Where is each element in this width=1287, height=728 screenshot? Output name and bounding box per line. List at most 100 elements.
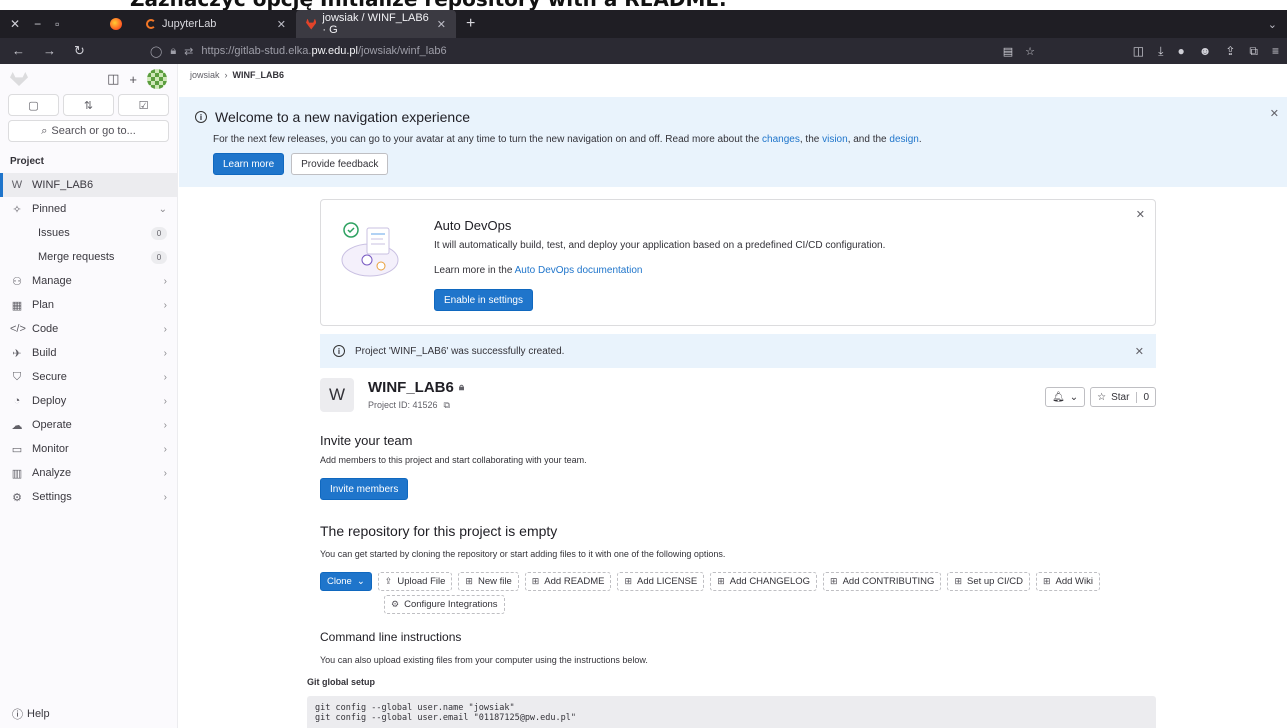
lock-icon: 🔒︎ (458, 382, 465, 393)
upload-file-button[interactable]: ⇪ Upload File (377, 572, 453, 591)
close-icon[interactable]: ✕ (1136, 208, 1145, 221)
sidebar-item-build[interactable]: ✈ Build › (0, 341, 177, 365)
close-icon[interactable]: ✕ (1270, 107, 1279, 120)
sidebar-item-label: Merge requests (38, 251, 115, 263)
design-link[interactable]: design (889, 134, 918, 145)
minimize-window-icon[interactable]: − (34, 17, 41, 31)
sidebar-item-operate[interactable]: ☁ Operate › (0, 413, 177, 437)
star-button[interactable]: ☆ Star 0 (1090, 387, 1156, 407)
close-window-icon[interactable]: ✕ (10, 17, 20, 31)
url-bar[interactable]: ◯ 🔒︎ ⇄ https://gitlab-stud.elka.pw.edu.p… (150, 38, 1045, 64)
sidebar-item-deploy[interactable]: ◔ Deploy › (0, 389, 177, 413)
close-icon[interactable]: ✕ (1135, 345, 1144, 358)
provide-feedback-button[interactable]: Provide feedback (291, 153, 389, 175)
add-license-button[interactable]: ⊞ Add LICENSE (617, 572, 705, 591)
button-label: Add CONTRIBUTING (842, 576, 935, 587)
sidebar-item-monitor[interactable]: ▭ Monitor › (0, 437, 177, 461)
reload-icon[interactable]: ↻ (74, 43, 85, 59)
upload-icon: ⇪ (384, 576, 393, 586)
invite-text: Add members to this project and start co… (320, 455, 587, 465)
menu-icon[interactable]: ≡ (1272, 44, 1279, 58)
restore-window-icon[interactable]: ▫ (55, 17, 59, 31)
back-arrow-icon[interactable]: ← (12, 43, 25, 59)
tab-firefox[interactable] (100, 10, 136, 38)
sidebar-item-label: Pinned (32, 203, 67, 215)
sidebar-item-project[interactable]: W WINF_LAB6 (0, 173, 177, 197)
issues-shortcut-button[interactable]: ▢ (8, 94, 59, 116)
deploy-icon: ◔ (13, 395, 21, 407)
git-setup-code[interactable]: git config --global user.name "jowsiak" … (307, 696, 1156, 728)
success-alert: i Project 'WINF_LAB6' was successfully c… (320, 334, 1156, 368)
forward-arrow-icon[interactable]: → (43, 43, 56, 59)
main-content: jowsiak › WINF_LAB6 i Welcome to a new n… (179, 64, 1287, 728)
invite-members-button[interactable]: Invite members (320, 478, 409, 500)
reader-view-icon[interactable]: ▤ (1003, 45, 1013, 58)
browser-tab-bar: ✕ − ▫ JupyterLab ✕ jowsiak / WINF_LAB6 ·… (0, 10, 1287, 38)
add-changelog-button[interactable]: ⊞ Add CHANGELOG (710, 572, 818, 591)
puzzle-icon[interactable]: ⧉ (1249, 44, 1258, 59)
devops-title: Auto DevOps (434, 218, 512, 233)
sidebar-toggle-icon[interactable]: ◫ (1133, 44, 1144, 58)
learn-more-button[interactable]: Learn more (213, 153, 285, 175)
button-label: Configure Integrations (404, 599, 498, 610)
sidebar-item-label: Plan (32, 299, 55, 311)
sidebar-item-plan[interactable]: ▦ Plan › (0, 293, 177, 317)
code-line: git config --global user.email "01187125… (315, 713, 576, 723)
extension-icon[interactable]: ● (1177, 44, 1184, 58)
breadcrumb-project-link[interactable]: WINF_LAB6 (233, 70, 285, 80)
tab-gitlab[interactable]: jowsiak / WINF_LAB6 · G ✕ (296, 10, 456, 38)
add-wiki-button[interactable]: ⊞ Add Wiki (1035, 572, 1100, 591)
changes-link[interactable]: changes (762, 134, 800, 145)
user-avatar[interactable] (147, 69, 167, 89)
chart-icon: ▥ (11, 467, 23, 480)
collapse-sidebar-icon[interactable]: ◫ (107, 71, 119, 87)
shield-icon: ⛉ (12, 370, 22, 383)
new-file-button[interactable]: ⊞ New file (458, 572, 519, 591)
sidebar-item-issues[interactable]: Issues 0 (0, 221, 177, 245)
breadcrumb-user-link[interactable]: jowsiak (190, 70, 220, 80)
invite-title: Invite your team (320, 433, 413, 448)
tab-list-chevron-icon[interactable]: ⌄ (1268, 18, 1287, 31)
close-tab-icon[interactable]: ✕ (277, 18, 286, 31)
merge-requests-shortcut-button[interactable]: ⇅ (63, 94, 114, 116)
search-button[interactable]: ⌕ Search or go to... (8, 120, 169, 142)
share-icon[interactable]: ⇪ (1225, 44, 1235, 58)
download-icon[interactable]: ⤓ (1158, 44, 1163, 59)
new-tab-icon[interactable]: + (456, 15, 485, 33)
tab-jupyterlab[interactable]: JupyterLab ✕ (136, 10, 296, 38)
clone-button[interactable]: Clone ⌄ (320, 572, 372, 591)
cli-title: Command line instructions (320, 630, 462, 644)
bookmark-star-icon[interactable]: ☆ (1025, 45, 1035, 58)
project-id-text: Project ID: 41526 (368, 400, 438, 410)
devops-docs-link[interactable]: Auto DevOps documentation (515, 265, 643, 276)
project-id: Project ID: 41526 ⧉ (368, 400, 450, 411)
configure-integrations-button[interactable]: ⚙ Configure Integrations (384, 595, 505, 614)
notification-button[interactable]: 🔔︎ ⌄ (1045, 387, 1086, 407)
sidebar-item-settings[interactable]: ⚙ Settings › (0, 485, 177, 509)
setup-cicd-button[interactable]: ⊞ Set up CI/CD (947, 572, 1030, 591)
gitlab-logo-icon[interactable] (10, 72, 28, 86)
sidebar-item-merge-requests[interactable]: Merge requests 0 (0, 245, 177, 269)
help-button[interactable]: ⓘ Help (12, 706, 50, 722)
sidebar-item-manage[interactable]: ⚇ Manage › (0, 269, 177, 293)
info-icon: i (195, 111, 207, 123)
sidebar-item-secure[interactable]: ⛉ Secure › (0, 365, 177, 389)
button-label: Add README (544, 576, 605, 587)
sidebar-item-pinned[interactable]: ✧ Pinned ⌄ (0, 197, 177, 221)
count-badge: 0 (151, 226, 167, 240)
window-controls: ✕ − ▫ (0, 17, 100, 31)
enable-in-settings-button[interactable]: Enable in settings (434, 289, 533, 311)
firefox-icon (110, 18, 122, 30)
create-new-icon[interactable]: + (129, 72, 137, 87)
extension-face-icon[interactable]: ☻ (1199, 44, 1212, 58)
vision-link[interactable]: vision (822, 134, 848, 145)
welcome-banner: i Welcome to a new navigation experience… (179, 97, 1287, 187)
todos-shortcut-button[interactable]: ☑ (118, 94, 169, 116)
add-readme-button[interactable]: ⊞ Add README (524, 572, 612, 591)
add-contributing-button[interactable]: ⊞ Add CONTRIBUTING (823, 572, 942, 591)
sidebar-item-code[interactable]: </> Code › (0, 317, 177, 341)
project-title: WINF_LAB6 🔒︎ (368, 379, 464, 396)
close-tab-icon[interactable]: ✕ (437, 18, 446, 31)
copy-icon[interactable]: ⧉ (444, 400, 450, 411)
sidebar-item-analyze[interactable]: ▥ Analyze › (0, 461, 177, 485)
